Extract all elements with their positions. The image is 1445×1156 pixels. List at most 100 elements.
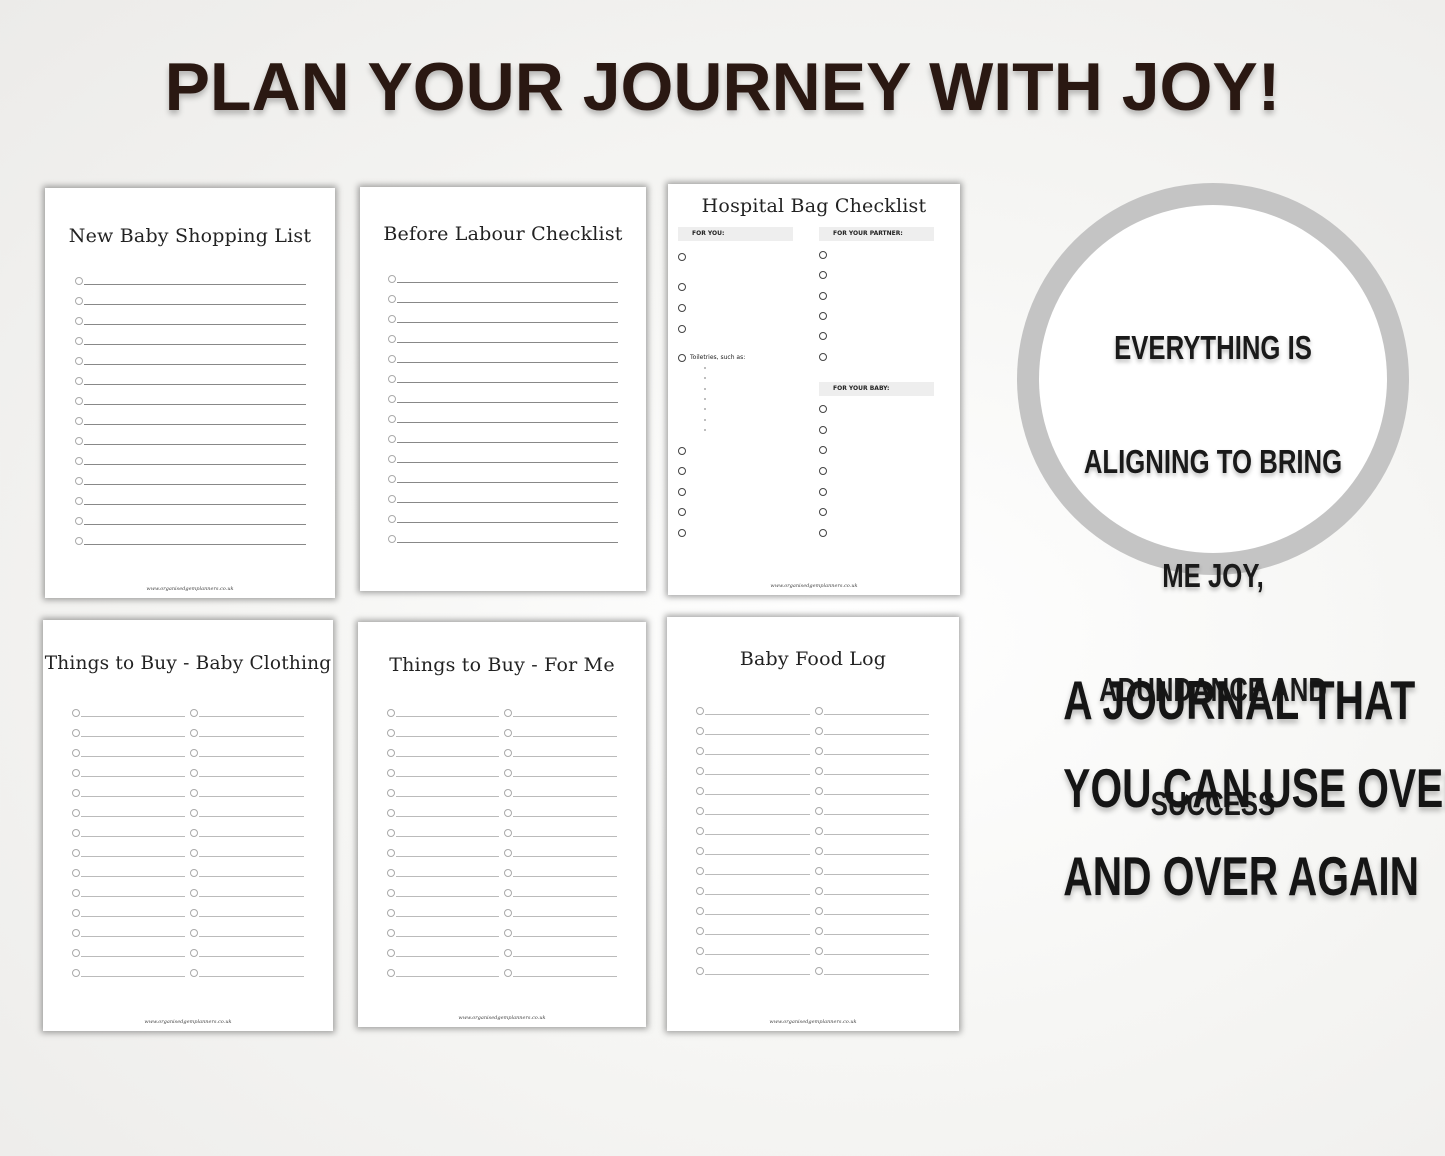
write-line xyxy=(396,836,499,837)
checklist-row xyxy=(387,887,499,907)
checklist-row xyxy=(72,967,185,987)
checkbox-circle-icon xyxy=(388,395,396,403)
write-line xyxy=(397,382,618,383)
checklist-row xyxy=(388,413,618,433)
checklist-row xyxy=(190,827,304,847)
checkbox-circle-icon xyxy=(190,729,198,737)
checkbox-circle-icon xyxy=(504,909,512,917)
write-line xyxy=(84,344,306,345)
checklist-row xyxy=(190,967,304,987)
checkbox-circle-icon xyxy=(75,377,83,385)
write-line xyxy=(824,874,929,875)
checklist-row xyxy=(815,865,929,885)
write-line xyxy=(397,282,618,283)
write-line xyxy=(84,324,306,325)
write-line xyxy=(396,916,499,917)
write-line xyxy=(513,916,617,917)
checklist-row xyxy=(388,313,618,333)
checkbox-circle-icon xyxy=(387,809,395,817)
checklist-row xyxy=(815,725,929,745)
checklist-row xyxy=(387,747,499,767)
page-footer: www.organisedgemplanners.co.uk xyxy=(770,583,858,589)
checkbox-circle-icon xyxy=(388,515,396,523)
write-line xyxy=(824,774,929,775)
checkbox-circle-icon xyxy=(190,789,198,797)
write-line xyxy=(824,714,929,715)
bullet-icon xyxy=(704,367,706,369)
bullet-icon xyxy=(704,418,706,421)
toiletries-label: Toiletries, such as: xyxy=(690,354,746,361)
checkbox-circle-icon xyxy=(387,969,395,977)
affirmation-line: ME JOY, xyxy=(1162,557,1264,594)
write-line xyxy=(397,442,618,443)
checklist-row xyxy=(387,787,499,807)
page-things-to-buy-baby-clothing: Things to Buy - Baby Clothing www.organi… xyxy=(43,620,333,1031)
checkbox-circle-icon xyxy=(696,807,704,815)
page-title: Hospital Bag Checklist xyxy=(701,195,927,217)
checkbox-circle-icon xyxy=(696,967,704,975)
write-line xyxy=(84,524,306,525)
checklist-row xyxy=(815,765,929,785)
checkbox-circle-icon xyxy=(75,297,83,305)
checkbox-circle-icon xyxy=(72,909,80,917)
checkbox-circle-icon xyxy=(819,488,827,496)
checkbox-circle-icon xyxy=(504,969,512,977)
write-line xyxy=(824,814,929,815)
checkbox-circle-icon xyxy=(678,529,686,537)
checklist-row xyxy=(504,927,617,947)
checkbox-circle-icon xyxy=(75,437,83,445)
write-line xyxy=(84,364,306,365)
write-line xyxy=(199,876,304,877)
checkbox-circle-icon xyxy=(72,849,80,857)
checkbox-circle-icon xyxy=(388,455,396,463)
checkbox-circle-icon xyxy=(75,277,83,285)
checkbox-circle-icon xyxy=(678,488,686,496)
write-line xyxy=(84,284,306,285)
write-line xyxy=(199,796,304,797)
checkbox-circle-icon xyxy=(815,807,823,815)
write-line xyxy=(81,776,185,777)
checklist-row xyxy=(388,473,618,493)
checkbox-circle-icon xyxy=(819,332,827,340)
checkbox-circle-icon xyxy=(678,253,686,261)
checkbox-circle-icon xyxy=(72,769,80,777)
write-line xyxy=(824,954,929,955)
checklist-row xyxy=(504,787,617,807)
page-footer: www.organisedgemplanners.co.uk xyxy=(144,1019,232,1025)
write-line xyxy=(84,544,306,545)
checkbox-circle-icon xyxy=(75,357,83,365)
write-line xyxy=(199,816,304,817)
checklist-row xyxy=(190,907,304,927)
checkbox-circle-icon xyxy=(815,847,823,855)
write-line xyxy=(397,542,618,543)
write-line xyxy=(199,936,304,937)
checkbox-circle-icon xyxy=(75,317,83,325)
section-for-partner: FOR YOUR PARTNER: xyxy=(819,227,934,241)
checklist-row xyxy=(190,727,304,747)
section-for-you: FOR YOU: xyxy=(678,227,793,241)
write-line xyxy=(397,322,618,323)
checkbox-circle-icon xyxy=(678,283,686,291)
write-line xyxy=(81,956,185,957)
write-line xyxy=(705,774,810,775)
checkbox-circle-icon xyxy=(819,467,827,475)
write-line xyxy=(705,794,810,795)
write-line xyxy=(824,754,929,755)
checkbox-circle-icon xyxy=(678,447,686,455)
checklist-row xyxy=(75,455,306,475)
checkbox-circle-icon xyxy=(72,889,80,897)
write-line xyxy=(397,402,618,403)
checklist-row xyxy=(387,927,499,947)
checklist-row xyxy=(387,767,499,787)
bullet-icon xyxy=(704,387,706,390)
checklist-row xyxy=(190,807,304,827)
write-line xyxy=(513,976,617,977)
write-line xyxy=(397,362,618,363)
page-title: Baby Food Log xyxy=(739,648,887,670)
checkbox-circle-icon xyxy=(75,477,83,485)
page-hospital-bag-checklist: Hospital Bag Checklist FOR YOU: FOR YOUR… xyxy=(668,184,960,595)
write-line xyxy=(396,716,499,717)
checkbox-circle-icon xyxy=(696,867,704,875)
checkbox-circle-icon xyxy=(815,967,823,975)
checklist-row xyxy=(815,965,929,985)
